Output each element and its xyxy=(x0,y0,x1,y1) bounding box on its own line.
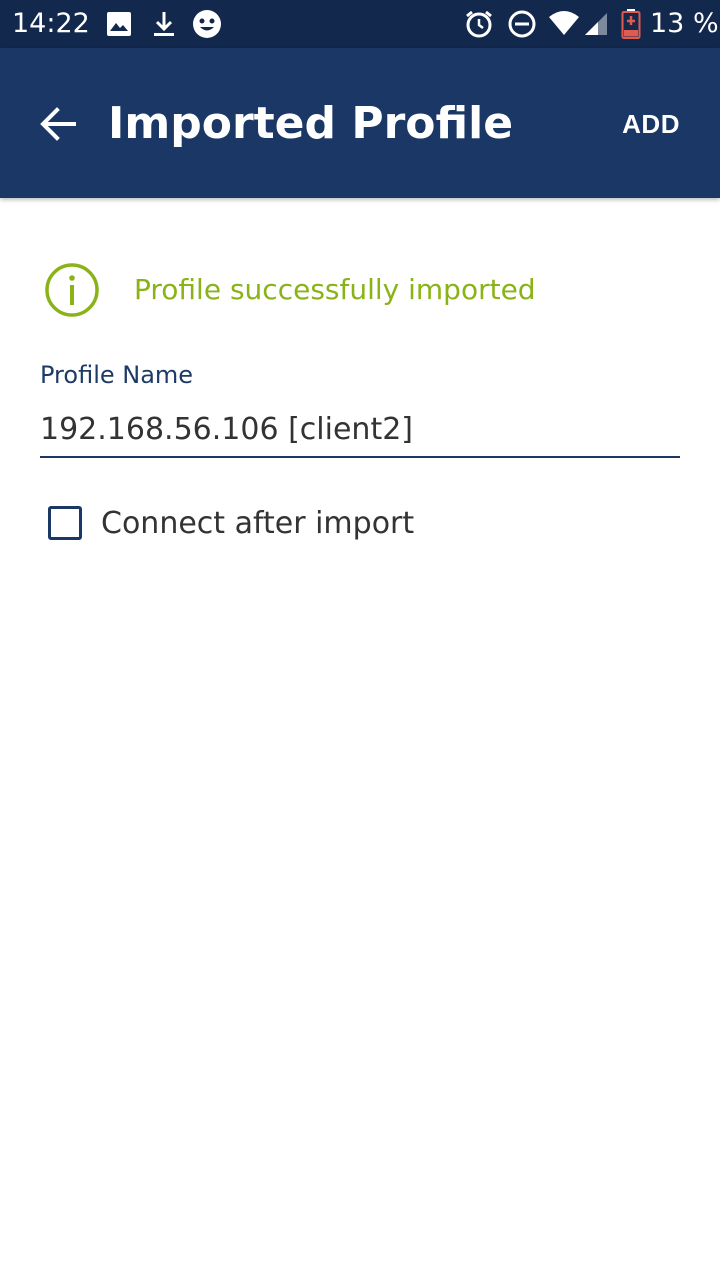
cell-signal-icon xyxy=(585,13,607,35)
download-icon xyxy=(154,12,174,36)
status-bar: 14:22 13 % xyxy=(0,0,720,48)
app-bar: Imported Profile ADD xyxy=(0,48,720,198)
page-title: Imported Profile xyxy=(108,98,514,149)
connect-after-import-label: Connect after import xyxy=(101,506,415,541)
status-time: 14:22 xyxy=(12,8,90,39)
image-icon xyxy=(107,12,131,36)
arrow-left-icon xyxy=(40,107,76,141)
checkbox-box[interactable] xyxy=(48,506,82,540)
wifi-icon xyxy=(549,11,579,35)
alarm-icon xyxy=(466,10,492,38)
success-message: Profile successfully imported xyxy=(134,273,536,306)
back-button[interactable] xyxy=(28,96,88,152)
profile-name-label: Profile Name xyxy=(40,361,194,389)
add-button[interactable]: ADD xyxy=(622,104,680,144)
import-success-notice: Profile successfully imported xyxy=(44,262,684,318)
battery-percentage: 13 % xyxy=(650,8,719,39)
do-not-disturb-icon xyxy=(508,10,536,38)
connect-after-import-checkbox[interactable]: Connect after import xyxy=(46,500,546,548)
face-icon xyxy=(193,10,221,38)
profile-name-input[interactable] xyxy=(40,402,680,458)
info-icon xyxy=(45,263,99,317)
battery-low-icon xyxy=(621,9,641,39)
